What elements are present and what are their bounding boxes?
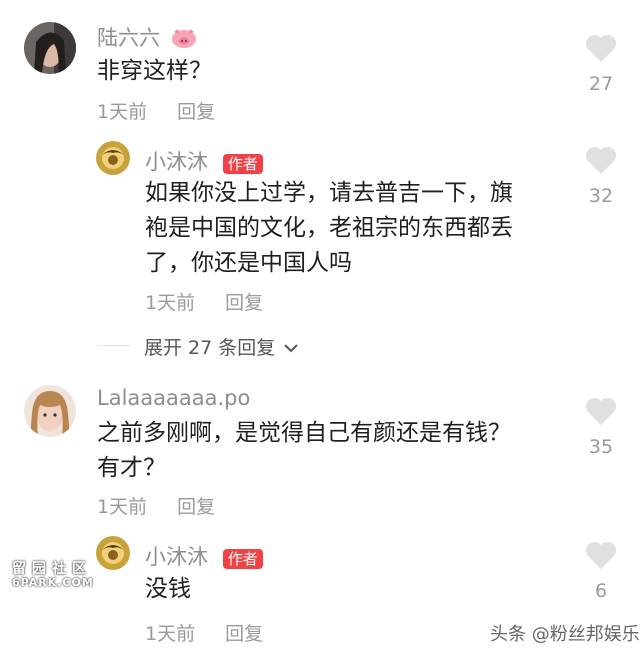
comment-username[interactable]: Lalaaaaaaa.po — [97, 386, 250, 410]
comment-time: 1天前 — [145, 623, 196, 645]
like-button[interactable]: 6 — [577, 540, 625, 602]
heart-icon — [585, 397, 617, 425]
like-button[interactable]: 32 — [577, 145, 625, 207]
like-button[interactable]: 27 — [577, 33, 625, 95]
comment-username[interactable]: 陆六六 — [97, 22, 197, 54]
heart-icon — [585, 146, 617, 174]
comment-text: 如果你没上过学，请去普吉一下，旗 袍是中国的文化，老祖宗的东西都丢 了，你还是中… — [145, 180, 513, 276]
avatar[interactable] — [24, 385, 76, 437]
comment-time: 1天前 — [97, 101, 148, 123]
expand-replies-button[interactable]: 展开 27 条回复 — [144, 333, 299, 360]
avatar[interactable] — [96, 536, 130, 570]
pig-emoji-icon — [171, 27, 197, 54]
avatar[interactable] — [96, 141, 130, 175]
comment-time: 1天前 — [145, 292, 196, 314]
heart-icon — [585, 34, 617, 62]
reply-button[interactable]: 回复 — [225, 292, 263, 314]
comment-time: 1天前 — [97, 496, 148, 518]
author-badge: 作者 — [222, 549, 263, 569]
comment-text: 非穿这样？ — [97, 58, 212, 84]
comment-username[interactable]: 小沐沐 作者 — [145, 541, 263, 571]
comment-username[interactable]: 小沐沐 作者 — [145, 146, 263, 176]
like-count: 27 — [588, 73, 614, 95]
comment-meta: 1天前 回复 — [145, 288, 293, 315]
heart-icon — [585, 541, 617, 569]
reply-button[interactable]: 回复 — [177, 496, 215, 518]
comment-meta: 1天前 回复 — [145, 619, 293, 646]
site-watermark-text: 留园社区 — [12, 561, 92, 577]
divider — [97, 345, 131, 346]
chevron-down-icon — [284, 344, 299, 353]
like-count: 32 — [588, 185, 614, 207]
reply-button[interactable]: 回复 — [225, 623, 263, 645]
author-badge: 作者 — [222, 154, 263, 174]
comment-meta: 1天前 回复 — [97, 492, 245, 519]
comment-text: 没钱 — [145, 576, 191, 602]
comment-text: 之前多刚啊，是觉得自己有颜还是有钱？ 有才？ — [97, 420, 511, 481]
like-count: 35 — [588, 436, 614, 458]
avatar[interactable] — [24, 22, 76, 74]
comment-meta: 1天前 回复 — [97, 97, 245, 124]
like-button[interactable]: 35 — [577, 396, 625, 458]
credit-watermark: 头条 @粉丝邦娱乐 — [490, 624, 640, 645]
site-watermark-url: 6PARK.COM — [12, 576, 94, 589]
like-count: 6 — [594, 580, 608, 602]
reply-button[interactable]: 回复 — [177, 101, 215, 123]
